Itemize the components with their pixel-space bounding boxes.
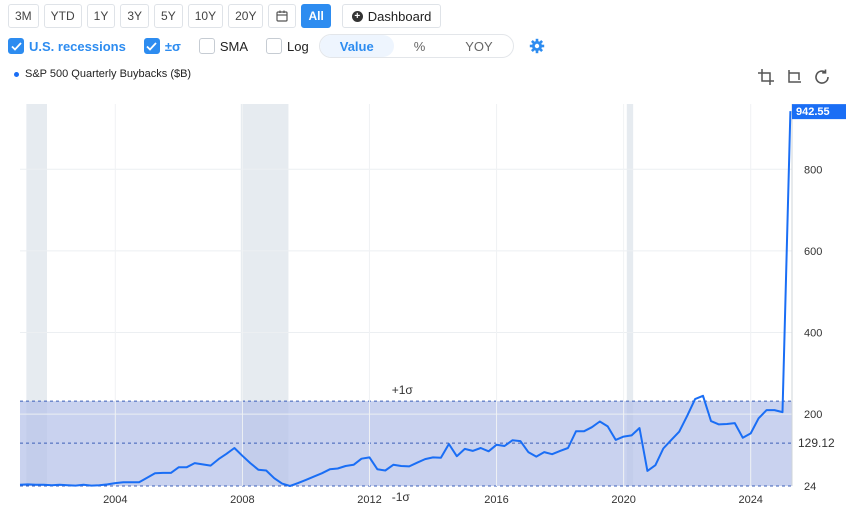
check-icon bbox=[146, 41, 157, 51]
gear-icon bbox=[529, 38, 544, 54]
recessions-label: U.S. recessions bbox=[29, 38, 126, 54]
last-value-label: 942.55 bbox=[796, 106, 830, 118]
x-tick-label: 2016 bbox=[484, 494, 508, 506]
sigma-label: ±σ bbox=[164, 38, 181, 54]
mode-yoy-tab[interactable]: YOY bbox=[445, 35, 512, 57]
y-tick-label: 24 bbox=[804, 481, 816, 493]
plus-sigma-label: +1σ bbox=[392, 383, 414, 397]
mode-percent-tab[interactable]: % bbox=[394, 35, 446, 57]
mode-selector: Value % YOY bbox=[318, 34, 514, 58]
recessions-checkbox[interactable] bbox=[8, 38, 24, 54]
sma-toggle[interactable]: SMA bbox=[198, 38, 249, 54]
sigma-checkbox[interactable] bbox=[143, 38, 160, 54]
chart-tools bbox=[757, 68, 831, 86]
log-label: Log bbox=[287, 38, 309, 54]
y-tick-label: 200 bbox=[804, 409, 822, 421]
settings-button[interactable] bbox=[528, 37, 546, 55]
range-ytd-button[interactable]: YTD bbox=[43, 4, 82, 28]
range-5y-button[interactable]: 5Y bbox=[154, 4, 183, 28]
legend-label: S&P 500 Quarterly Buybacks ($B) bbox=[25, 68, 192, 80]
range-3y-button[interactable]: 3Y bbox=[120, 4, 150, 28]
dashboard-label: Dashboard bbox=[367, 8, 432, 24]
log-toggle[interactable]: Log bbox=[266, 38, 309, 54]
y-tick-label: 400 bbox=[804, 328, 822, 340]
options-toolbar: U.S. recessions ±σ SMA Log Value % YOY bbox=[8, 34, 546, 58]
minus-sigma-label: -1σ bbox=[392, 490, 411, 504]
range-10y-button[interactable]: 10Y bbox=[187, 4, 224, 28]
sigma-toggle[interactable]: ±σ bbox=[143, 38, 181, 54]
x-tick-label: 2012 bbox=[357, 494, 381, 506]
range-3m-button[interactable]: 3M bbox=[8, 4, 39, 28]
y-tick-label: 800 bbox=[804, 164, 822, 176]
series-dot-icon bbox=[14, 71, 19, 77]
recessions-toggle[interactable]: U.S. recessions bbox=[8, 38, 126, 54]
calendar-icon bbox=[276, 10, 289, 22]
x-tick-label: 2008 bbox=[230, 494, 254, 506]
y-tick-label: 600 bbox=[804, 246, 822, 258]
x-tick-label: 2004 bbox=[103, 494, 127, 506]
crop-icon[interactable] bbox=[757, 68, 775, 86]
range-1y-button[interactable]: 1Y bbox=[86, 4, 116, 28]
sma-label: SMA bbox=[219, 38, 249, 54]
check-icon bbox=[10, 41, 22, 51]
mode-value-tab[interactable]: Value bbox=[319, 35, 394, 57]
calendar-button[interactable] bbox=[268, 4, 297, 28]
range-all-button[interactable]: All bbox=[301, 4, 331, 28]
range-20y-button[interactable]: 20Y bbox=[228, 4, 264, 28]
x-tick-label: 2020 bbox=[611, 494, 635, 506]
log-checkbox[interactable] bbox=[266, 38, 283, 54]
crop-alt-icon[interactable] bbox=[785, 68, 803, 86]
x-tick-label: 2024 bbox=[738, 494, 762, 506]
dashboard-button[interactable]: + Dashboard bbox=[341, 4, 442, 28]
reset-icon[interactable] bbox=[813, 68, 831, 86]
series-legend: S&P 500 Quarterly Buybacks ($B) bbox=[14, 68, 191, 80]
plus-icon: + bbox=[351, 10, 363, 22]
range-toolbar: 3M YTD 1Y 3Y 5Y 10Y 20Y All + Dashboard bbox=[8, 4, 442, 28]
buybacks-chart[interactable]: 24 200 400 600 800 129.12 942.55 2004 2008 2012 20… bbox=[0, 88, 847, 511]
mean-value-label: 129.12 bbox=[798, 436, 835, 450]
sma-checkbox[interactable] bbox=[198, 38, 215, 54]
